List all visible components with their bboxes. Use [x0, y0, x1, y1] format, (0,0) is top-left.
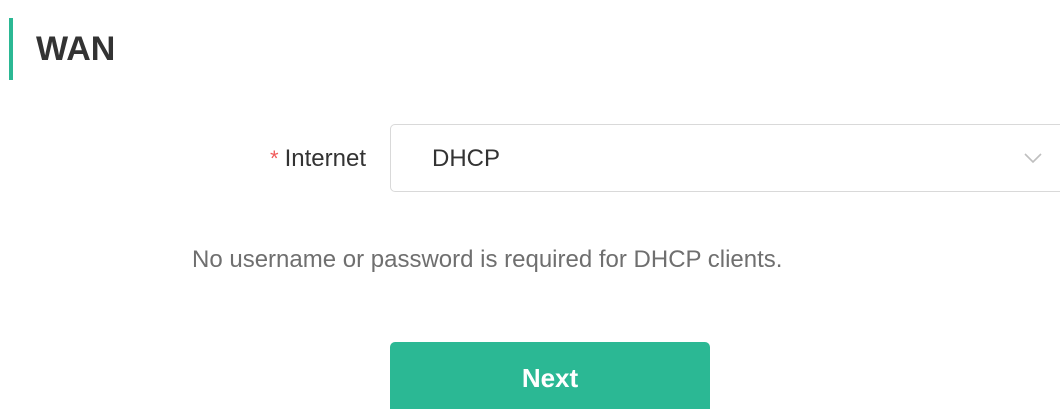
- wan-setup-page: WAN * Internet DHCP No username or passw…: [0, 0, 1060, 409]
- internet-field-label: * Internet: [270, 124, 366, 194]
- chevron-down-icon: [1024, 153, 1042, 164]
- required-mark: *: [270, 146, 279, 171]
- next-button[interactable]: Next: [390, 342, 710, 409]
- internet-form-row: * Internet DHCP: [0, 124, 1060, 194]
- internet-label-text: Internet: [284, 145, 366, 172]
- dhcp-help-text: No username or password is required for …: [192, 246, 783, 273]
- section-accent-bar: [9, 18, 13, 80]
- internet-connection-select[interactable]: DHCP: [390, 124, 1060, 192]
- internet-select-value: DHCP: [432, 145, 501, 172]
- section-title: WAN: [36, 30, 116, 68]
